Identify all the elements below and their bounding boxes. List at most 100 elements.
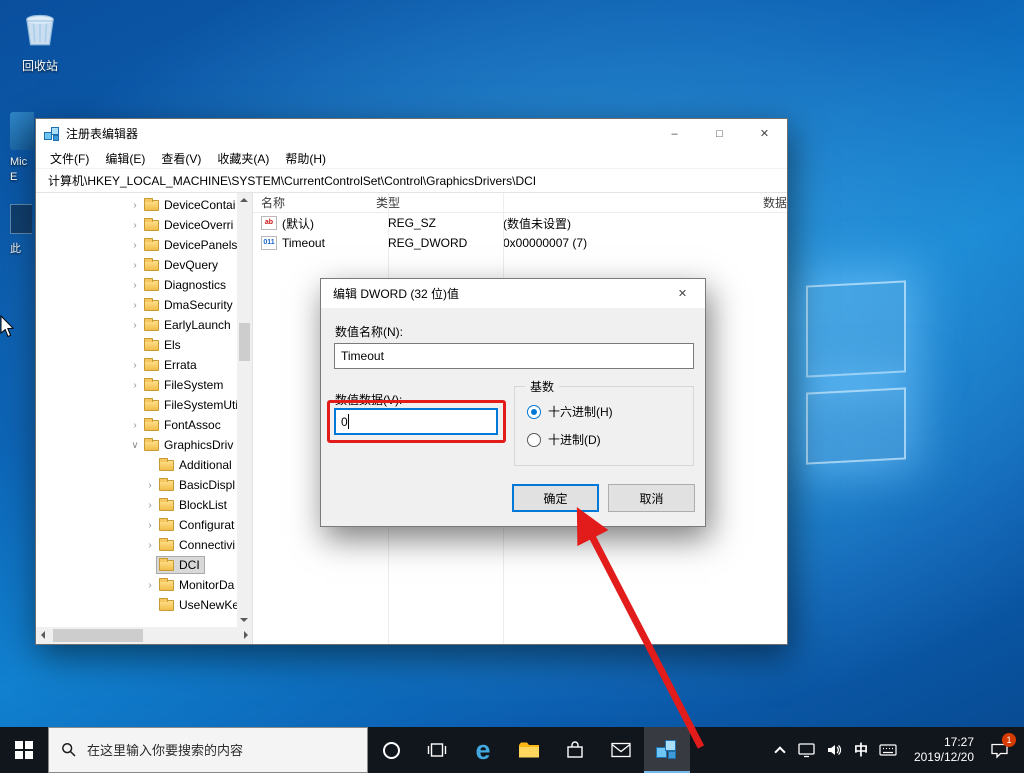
regedit-taskbar-button[interactable]: [644, 727, 690, 773]
tree-expander-icon[interactable]: ∨: [128, 440, 142, 451]
tree-item[interactable]: Additional: [36, 455, 237, 475]
file-explorer-button[interactable]: [506, 727, 552, 773]
tree-item-label: Connectivi: [179, 538, 236, 552]
tree-horizontal-scrollbar[interactable]: [36, 627, 252, 644]
desktop-icon-edge-partial[interactable]: Mic E: [10, 112, 34, 185]
tree-item[interactable]: › DeviceContai: [36, 195, 237, 215]
tree-expander-icon[interactable]: ›: [128, 280, 142, 291]
registry-value-row[interactable]: 011 Timeout REG_DWORD 0x00000007 (7): [253, 233, 787, 253]
close-button[interactable]: ✕: [742, 119, 787, 148]
tree-item[interactable]: UseNewKe: [36, 595, 239, 615]
tree-item[interactable]: DCI: [36, 555, 237, 575]
action-center-button[interactable]: 1: [978, 727, 1020, 773]
registry-value-row[interactable]: ab (默认) REG_SZ (数值未设置): [253, 213, 787, 233]
tree-item[interactable]: › Configurat: [36, 515, 237, 535]
tree-expander-icon[interactable]: ›: [128, 240, 142, 251]
regedit-app-icon: [44, 126, 60, 142]
dialog-close-button[interactable]: ✕: [660, 279, 705, 309]
tree-expander-icon[interactable]: ›: [143, 500, 157, 511]
cortana-button[interactable]: [368, 727, 414, 773]
decimal-radio[interactable]: 十进制(D): [527, 431, 601, 448]
menu-item[interactable]: 文件(F): [42, 148, 97, 169]
value-name-field[interactable]: [334, 343, 694, 369]
tree-expander-icon[interactable]: ›: [128, 380, 142, 391]
value-data-field[interactable]: [334, 408, 498, 435]
tree-item[interactable]: › FontAssoc: [36, 415, 237, 435]
cancel-button[interactable]: 取消: [608, 484, 695, 512]
scroll-down-icon[interactable]: [240, 618, 248, 622]
ok-button[interactable]: 确定: [512, 484, 599, 512]
tree-item-label: DmaSecurity: [164, 298, 233, 312]
maximize-button[interactable]: □: [697, 119, 742, 148]
value-name-label: 数值名称(N):: [335, 325, 403, 339]
tree-item[interactable]: › MonitorDa: [36, 575, 237, 595]
title-bar[interactable]: 注册表编辑器 – □ ✕: [36, 119, 787, 148]
tray-expand-button[interactable]: [768, 727, 792, 773]
touch-keyboard-tray-icon[interactable]: [874, 727, 902, 773]
scroll-right-icon[interactable]: [244, 631, 248, 639]
menu-item[interactable]: 编辑(E): [97, 148, 153, 169]
taskbar-search[interactable]: [48, 727, 368, 773]
tree-expander-icon[interactable]: ›: [128, 200, 142, 211]
tree-item[interactable]: › BasicDispl: [36, 475, 237, 495]
tree-item[interactable]: › Connectivi: [36, 535, 237, 555]
tree-item[interactable]: › Errata: [36, 355, 237, 375]
tree-item[interactable]: › DeviceOverri: [36, 215, 237, 235]
tree-item[interactable]: › DevicePanels: [36, 235, 237, 255]
tree-item[interactable]: FileSystemUti: [36, 395, 238, 415]
desktop-icon-thispc-partial[interactable]: 此: [10, 204, 32, 256]
taskbar-clock[interactable]: 17:27 2019/12/20: [902, 727, 978, 773]
scrollbar-thumb[interactable]: [239, 323, 250, 361]
value-type: REG_SZ: [388, 216, 437, 230]
menu-item[interactable]: 收藏夹(A): [209, 148, 277, 169]
tree-expander-icon[interactable]: ›: [128, 320, 142, 331]
scrollbar-thumb[interactable]: [53, 629, 143, 642]
tree-expander-icon[interactable]: ›: [143, 540, 157, 551]
radio-button-icon[interactable]: [527, 432, 541, 447]
store-button[interactable]: [552, 727, 598, 773]
network-tray-icon[interactable]: [792, 727, 820, 773]
tree-item[interactable]: › DevQuery: [36, 255, 237, 275]
edge-icon: e: [475, 734, 491, 765]
recycle-bin-icon[interactable]: 回收站: [8, 8, 72, 74]
folder-icon: [159, 497, 174, 511]
tree-item[interactable]: › DmaSecurity: [36, 295, 237, 315]
tree-vertical-scrollbar[interactable]: [237, 193, 252, 627]
tree-expander-icon[interactable]: ›: [143, 480, 157, 491]
tree-item[interactable]: › FileSystem: [36, 375, 237, 395]
tree-expander-icon[interactable]: ›: [143, 520, 157, 531]
column-header[interactable]: 名称: [261, 193, 376, 213]
tree-expander-icon[interactable]: ›: [128, 300, 142, 311]
minimize-button[interactable]: –: [652, 119, 697, 148]
tree-item[interactable]: › BlockList: [36, 495, 237, 515]
menu-item[interactable]: 查看(V): [153, 148, 209, 169]
tree-expander-icon[interactable]: ›: [128, 220, 142, 231]
scroll-left-icon[interactable]: [41, 631, 45, 639]
scroll-up-icon[interactable]: [240, 198, 248, 202]
tree-item[interactable]: › EarlyLaunch: [36, 315, 237, 335]
hexadecimal-radio-label: 十六进制(H): [548, 405, 613, 419]
tree-item-label: DeviceOverri: [164, 218, 234, 232]
address-input[interactable]: [36, 169, 787, 192]
hexadecimal-radio[interactable]: 十六进制(H): [527, 403, 613, 420]
edge-button[interactable]: e: [460, 727, 506, 773]
tree-expander-icon[interactable]: ›: [128, 420, 142, 431]
tree-item[interactable]: › Diagnostics: [36, 275, 237, 295]
start-button[interactable]: [0, 727, 48, 773]
search-input[interactable]: [87, 742, 367, 758]
column-header[interactable]: 类型: [376, 193, 763, 213]
tree-item-label: Els: [164, 338, 181, 352]
tree-expander-icon[interactable]: ›: [143, 580, 157, 591]
column-header[interactable]: 数据: [763, 193, 787, 213]
tree-expander-icon[interactable]: ›: [128, 360, 142, 371]
tree-expander-icon[interactable]: ›: [128, 260, 142, 271]
dialog-title-bar[interactable]: 编辑 DWORD (32 位)值 ✕: [321, 279, 705, 308]
tree-item[interactable]: Els: [36, 335, 237, 355]
ime-indicator[interactable]: 中: [848, 727, 874, 773]
tree-item[interactable]: ∨ GraphicsDriv: [36, 435, 237, 455]
radio-button-icon[interactable]: [527, 404, 541, 419]
menu-item[interactable]: 帮助(H): [277, 148, 334, 169]
task-view-button[interactable]: [414, 727, 460, 773]
volume-tray-icon[interactable]: [820, 727, 848, 773]
mail-button[interactable]: [598, 727, 644, 773]
